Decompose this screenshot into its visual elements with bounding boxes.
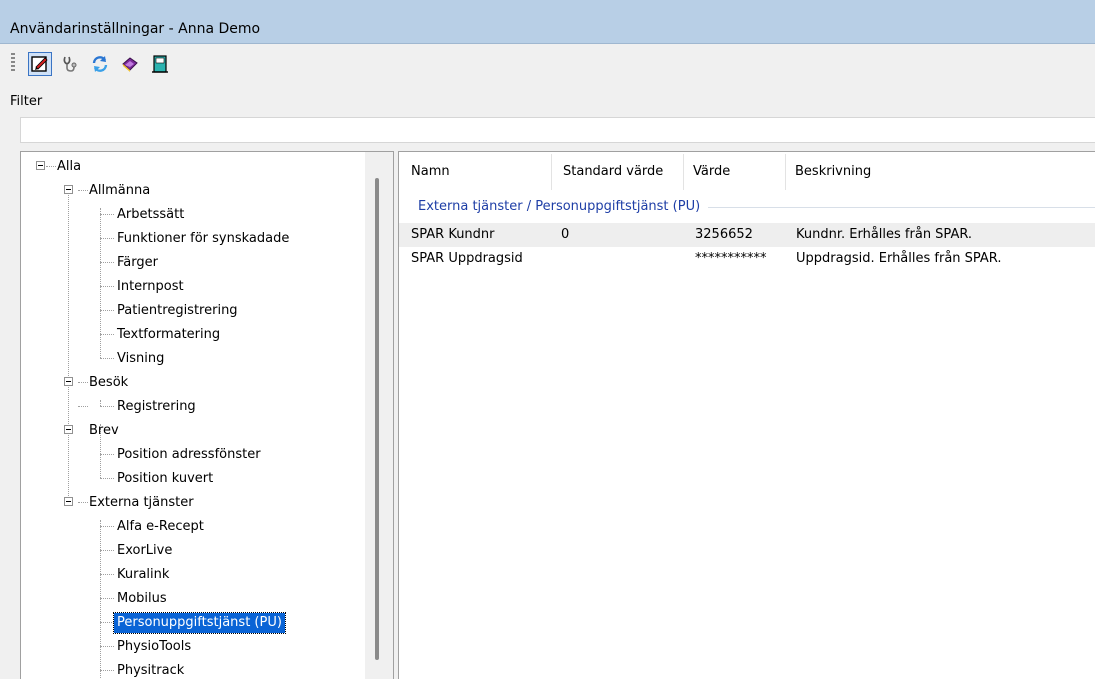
tree-item-patientregistrering[interactable]: Patientregistrering — [114, 301, 241, 321]
tree-node-besok[interactable]: Besök — [86, 373, 131, 393]
tree-item-kuralink[interactable]: Kuralink — [114, 565, 172, 585]
tree-item-registrering[interactable]: Registrering — [114, 397, 199, 417]
tree-item-mobilus[interactable]: Mobilus — [114, 589, 170, 609]
tree-item-label: Alfa e-Recept — [117, 519, 204, 534]
tree-item-personuppgiftstjanst[interactable]: Personuppgiftstjänst (PU) — [113, 612, 286, 634]
column-header-beskrivning[interactable]: Beskrivning — [785, 152, 1095, 192]
stethoscope-icon — [63, 56, 77, 72]
edit-settings-button[interactable] — [28, 52, 52, 76]
tree-item-label: ExorLive — [117, 543, 173, 558]
cell-namn: SPAR Uppdragsid — [411, 251, 523, 266]
tree-node-brev[interactable]: Brev — [86, 421, 122, 441]
tree-node-label: Besök — [89, 375, 129, 390]
tree-item-label: PhysioTools — [117, 639, 192, 654]
help-book-button[interactable] — [118, 52, 142, 76]
tree-item-label: Personuppgiftstjänst (PU) — [113, 612, 286, 634]
column-header-varde[interactable]: Värde — [683, 152, 785, 192]
tree-node-allmanna[interactable]: Allmänna — [86, 181, 153, 201]
settings-grid: Namn Standard värde Värde Beskrivning Ex… — [398, 151, 1095, 679]
collapse-icon[interactable] — [64, 185, 73, 194]
exit-door-icon — [152, 55, 168, 73]
toolbar — [0, 44, 1095, 88]
cell-beskrivning: Uppdragsid. Erhålles från SPAR. — [796, 251, 1002, 266]
tree-item-physiotools[interactable]: PhysioTools — [114, 637, 194, 657]
tree-item-label: Position kuvert — [117, 471, 214, 486]
tree-item-label: Kuralink — [117, 567, 170, 582]
cell-beskrivning: Kundnr. Erhålles från SPAR. — [796, 227, 973, 242]
tree-item-label: Registrering — [117, 399, 196, 414]
diagnostics-button[interactable] — [58, 52, 82, 76]
tree-item-label: Position adressfönster — [117, 447, 261, 462]
window-title: Användarinställningar - Anna Demo — [10, 21, 261, 37]
tree-item-arbetssatt[interactable]: Arbetssätt — [114, 205, 187, 225]
cell-varde[interactable]: 3256652 — [695, 223, 753, 247]
exit-button[interactable] — [148, 52, 172, 76]
tree-item-label: Funktioner för synskadade — [117, 231, 290, 246]
refresh-button[interactable] — [88, 52, 112, 76]
collapse-icon[interactable] — [36, 161, 45, 170]
tree-item-label: Färger — [117, 255, 158, 270]
grid-group-title: Externa tjänster / Personuppgiftstjänst … — [418, 196, 709, 218]
tree-item-label: Internpost — [117, 279, 184, 294]
tree-item-position-adressfonster[interactable]: Position adressfönster — [114, 445, 264, 465]
tree-node-externa-tjanster[interactable]: Externa tjänster — [86, 493, 197, 513]
collapse-icon[interactable] — [64, 377, 73, 386]
tree-item-label: Physitrack — [117, 663, 185, 678]
tree-item-physitrack[interactable]: Physitrack — [114, 661, 187, 679]
tree-item-internpost[interactable]: Internpost — [114, 277, 187, 297]
grid-header: Namn Standard värde Värde Beskrivning — [399, 152, 1095, 192]
column-header-standard-varde[interactable]: Standard värde — [551, 152, 683, 192]
collapse-icon[interactable] — [64, 497, 73, 506]
tree-item-exorlive[interactable]: ExorLive — [114, 541, 175, 561]
cell-namn: SPAR Kundnr — [411, 227, 495, 242]
tree-item-farger[interactable]: Färger — [114, 253, 161, 273]
cell-standard-varde: 0 — [561, 227, 570, 242]
edit-note-icon — [31, 56, 48, 72]
book-icon — [122, 57, 138, 72]
settings-tree: Alla Allmänna Arbetssätt Funktioner för … — [20, 151, 394, 679]
tree-item-label: Textformatering — [117, 327, 221, 342]
column-header-namn[interactable]: Namn — [399, 152, 551, 192]
tree-item-position-kuvert[interactable]: Position kuvert — [114, 469, 216, 489]
filter-label: Filter — [10, 94, 43, 109]
tree-item-label: Patientregistrering — [117, 303, 238, 318]
tree-item-label: Arbetssätt — [117, 207, 185, 222]
tree-node-label: Alla — [57, 159, 82, 174]
window-titlebar: Användarinställningar - Anna Demo — [0, 0, 1095, 44]
collapse-icon[interactable] — [64, 425, 73, 434]
cell-varde[interactable]: *********** — [695, 247, 767, 271]
tree-item-visning[interactable]: Visning — [114, 349, 167, 369]
tree-node-alla[interactable]: Alla — [54, 157, 84, 177]
tree-item-funktioner[interactable]: Funktioner för synskadade — [114, 229, 292, 249]
tree-item-label: Mobilus — [117, 591, 167, 606]
tree-item-alfa-erecept[interactable]: Alfa e-Recept — [114, 517, 207, 537]
tree-node-label: Externa tjänster — [89, 495, 194, 510]
tree-item-textformatering[interactable]: Textformatering — [114, 325, 223, 345]
tree-scrollbar[interactable] — [365, 152, 393, 679]
tree-node-label: Allmänna — [89, 183, 151, 198]
filter-input[interactable] — [20, 117, 1095, 143]
table-row[interactable]: SPAR Uppdragsid *********** Uppdragsid. … — [399, 247, 1095, 271]
tree-scrollbar-thumb[interactable] — [375, 178, 379, 660]
tree-node-label: Brev — [89, 423, 119, 438]
grid-group-row: Externa tjänster / Personuppgiftstjänst … — [399, 196, 1095, 218]
table-row[interactable]: SPAR Kundnr 0 3256652 Kundnr. Erhålles f… — [399, 223, 1095, 247]
tree-item-label: Visning — [117, 351, 165, 366]
toolbar-grip[interactable] — [11, 53, 15, 73]
refresh-icon — [92, 56, 108, 72]
